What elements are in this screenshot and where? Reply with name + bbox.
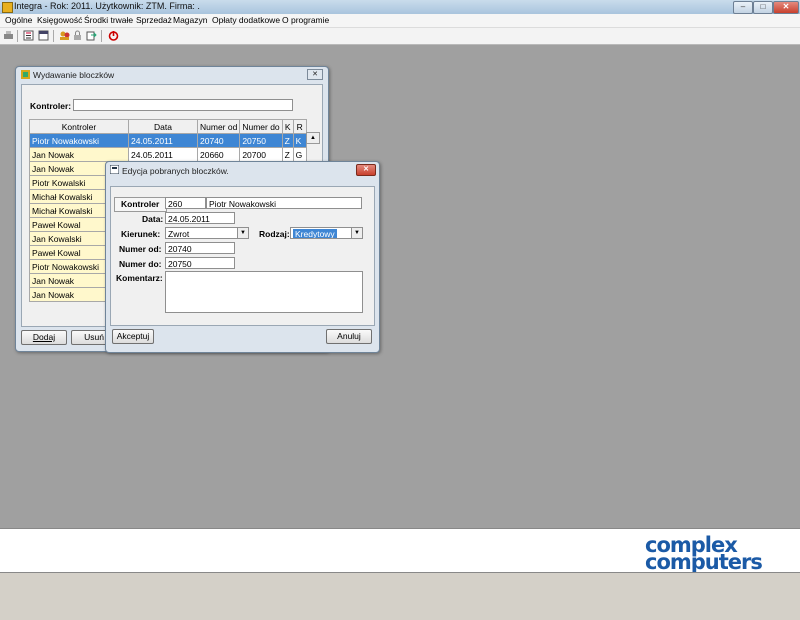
kierunek-label: Kierunek: — [121, 229, 161, 239]
dialog-app-icon — [110, 165, 119, 174]
list-icon[interactable] — [23, 30, 34, 41]
calendar-icon[interactable] — [38, 30, 49, 41]
table-cell-r[interactable]: G — [292, 147, 307, 162]
kontroler-id-field[interactable]: 260 — [165, 197, 206, 209]
dodaj-label: Dodaj — [32, 332, 56, 342]
akceptuj-label: Akceptuj — [116, 331, 150, 341]
kierunek-value: Zwrot — [168, 229, 190, 239]
menu-sprzedaz[interactable]: Sprzedaż — [136, 15, 172, 25]
table-cell-kontroler[interactable]: Piotr Nowakowski — [29, 133, 129, 148]
numer-od-field[interactable]: 20740 — [165, 242, 235, 254]
edycja-title: Edycja pobranych bloczków. — [122, 166, 229, 176]
window-title: Integra - Rok: 2011. Użytkownik: ZTM. Fi… — [14, 1, 200, 11]
table-row[interactable]: Piotr Nowakowski 24.05.2011 20740 20750 Z K — [29, 133, 307, 148]
wydawanie-title-bar: Wydawanie bloczków ✕ — [16, 67, 328, 81]
col-k[interactable]: K — [281, 119, 294, 134]
menu-magazyn[interactable]: Magazyn — [173, 15, 208, 25]
table-cell-data[interactable]: 24.05.2011 — [128, 147, 198, 162]
table-row[interactable]: Jan Nowak 24.05.2011 20660 20700 Z G — [29, 147, 307, 162]
minimize-button[interactable]: – — [733, 1, 753, 14]
wydawanie-close-button[interactable]: ✕ — [307, 69, 323, 80]
komentarz-textarea[interactable] — [165, 271, 363, 313]
menu-srodki-trwale[interactable]: Środki trwałe — [84, 15, 133, 25]
printer-icon[interactable] — [3, 30, 14, 41]
lock-icon[interactable] — [72, 30, 83, 41]
users-icon[interactable] — [59, 30, 70, 41]
toolbar-separator — [53, 30, 54, 42]
status-area — [0, 572, 800, 620]
data-field[interactable]: 24.05.2011 — [165, 212, 235, 224]
table-cell-data[interactable]: 24.05.2011 — [128, 133, 198, 148]
edycja-dialog: Edycja pobranych bloczków. ✕ Kontroler 2… — [105, 161, 380, 353]
kontroler-filter-input[interactable] — [73, 99, 293, 111]
kontroler-label: Kontroler — [121, 199, 160, 209]
chevron-down-icon[interactable]: ▼ — [237, 228, 248, 238]
menu-oplaty-dodatkowe[interactable]: Opłaty dodatkowe — [212, 15, 280, 25]
rodzaj-select[interactable]: Kredytowy ▼ — [290, 227, 363, 239]
numer-do-label: Numer do: — [119, 259, 162, 269]
numer-od-label: Numer od: — [119, 244, 162, 254]
table-cell-k[interactable]: Z — [281, 147, 294, 162]
col-numer-od[interactable]: Numer od — [196, 119, 241, 134]
col-data[interactable]: Data — [128, 119, 198, 134]
data-label: Data: — [142, 214, 164, 224]
power-icon[interactable] — [108, 30, 119, 41]
table-cell-do[interactable]: 20750 — [239, 133, 283, 148]
grid-header-row: Kontroler Data Numer od Numer do K R — [29, 119, 307, 134]
toolbar-separator — [101, 30, 102, 42]
anuluj-button[interactable]: Anuluj — [326, 329, 372, 344]
anuluj-label: Anuluj — [337, 331, 361, 341]
chevron-down-icon[interactable]: ▼ — [351, 228, 362, 238]
kierunek-select[interactable]: Zwrot ▼ — [165, 227, 249, 239]
window-app-icon — [21, 70, 30, 79]
table-cell-r[interactable]: K — [292, 133, 307, 148]
kontroler-filter-label: Kontroler: — [30, 101, 72, 111]
app-icon — [2, 2, 13, 13]
export-icon[interactable] — [86, 30, 97, 41]
wydawanie-title: Wydawanie bloczków — [33, 70, 115, 80]
rodzaj-value: Kredytowy — [293, 229, 337, 239]
menu-ogolne[interactable]: Ogólne — [5, 15, 32, 25]
edycja-close-button[interactable]: ✕ — [356, 164, 376, 176]
kontroler-name-field[interactable]: Piotr Nowakowski — [206, 197, 362, 209]
maximize-button[interactable]: □ — [753, 1, 773, 14]
dodaj-button[interactable]: Dodaj — [21, 330, 67, 345]
close-button[interactable]: ✕ — [773, 1, 799, 14]
table-cell-do[interactable]: 20700 — [239, 147, 283, 162]
title-bar: Integra - Rok: 2011. Użytkownik: ZTM. Fi… — [0, 0, 800, 15]
rodzaj-label: Rodzaj: — [259, 229, 290, 239]
edycja-panel: Kontroler 260 Piotr Nowakowski Data: 24.… — [110, 186, 375, 326]
col-kontroler[interactable]: Kontroler — [29, 119, 129, 134]
toolbar-separator — [17, 30, 18, 42]
table-cell-od[interactable]: 20740 — [196, 133, 241, 148]
menu-ksiegowosc[interactable]: Księgowość — [37, 15, 82, 25]
table-cell-kontroler[interactable]: Jan Nowak — [29, 147, 129, 162]
table-cell-od[interactable]: 20660 — [196, 147, 241, 162]
menu-bar: Ogólne Księgowość Środki trwałe Sprzedaż… — [0, 14, 800, 28]
table-cell-k[interactable]: Z — [281, 133, 294, 148]
col-r[interactable]: R — [292, 119, 307, 134]
col-numer-do[interactable]: Numer do — [239, 119, 283, 134]
usun-label: Usuń — [84, 332, 104, 342]
akceptuj-button[interactable]: Akceptuj — [112, 329, 154, 344]
toolbar — [0, 28, 800, 45]
kontroler-label-box: Kontroler — [114, 197, 167, 212]
menu-o-programie[interactable]: O programie — [282, 15, 329, 25]
komentarz-label: Komentarz: — [116, 273, 163, 283]
numer-do-field[interactable]: 20750 — [165, 257, 235, 269]
scroll-up-arrow[interactable]: ▲ — [306, 132, 320, 144]
edycja-title-bar: Edycja pobranych bloczków. ✕ — [106, 162, 379, 176]
logo-line2: computers — [645, 550, 763, 574]
